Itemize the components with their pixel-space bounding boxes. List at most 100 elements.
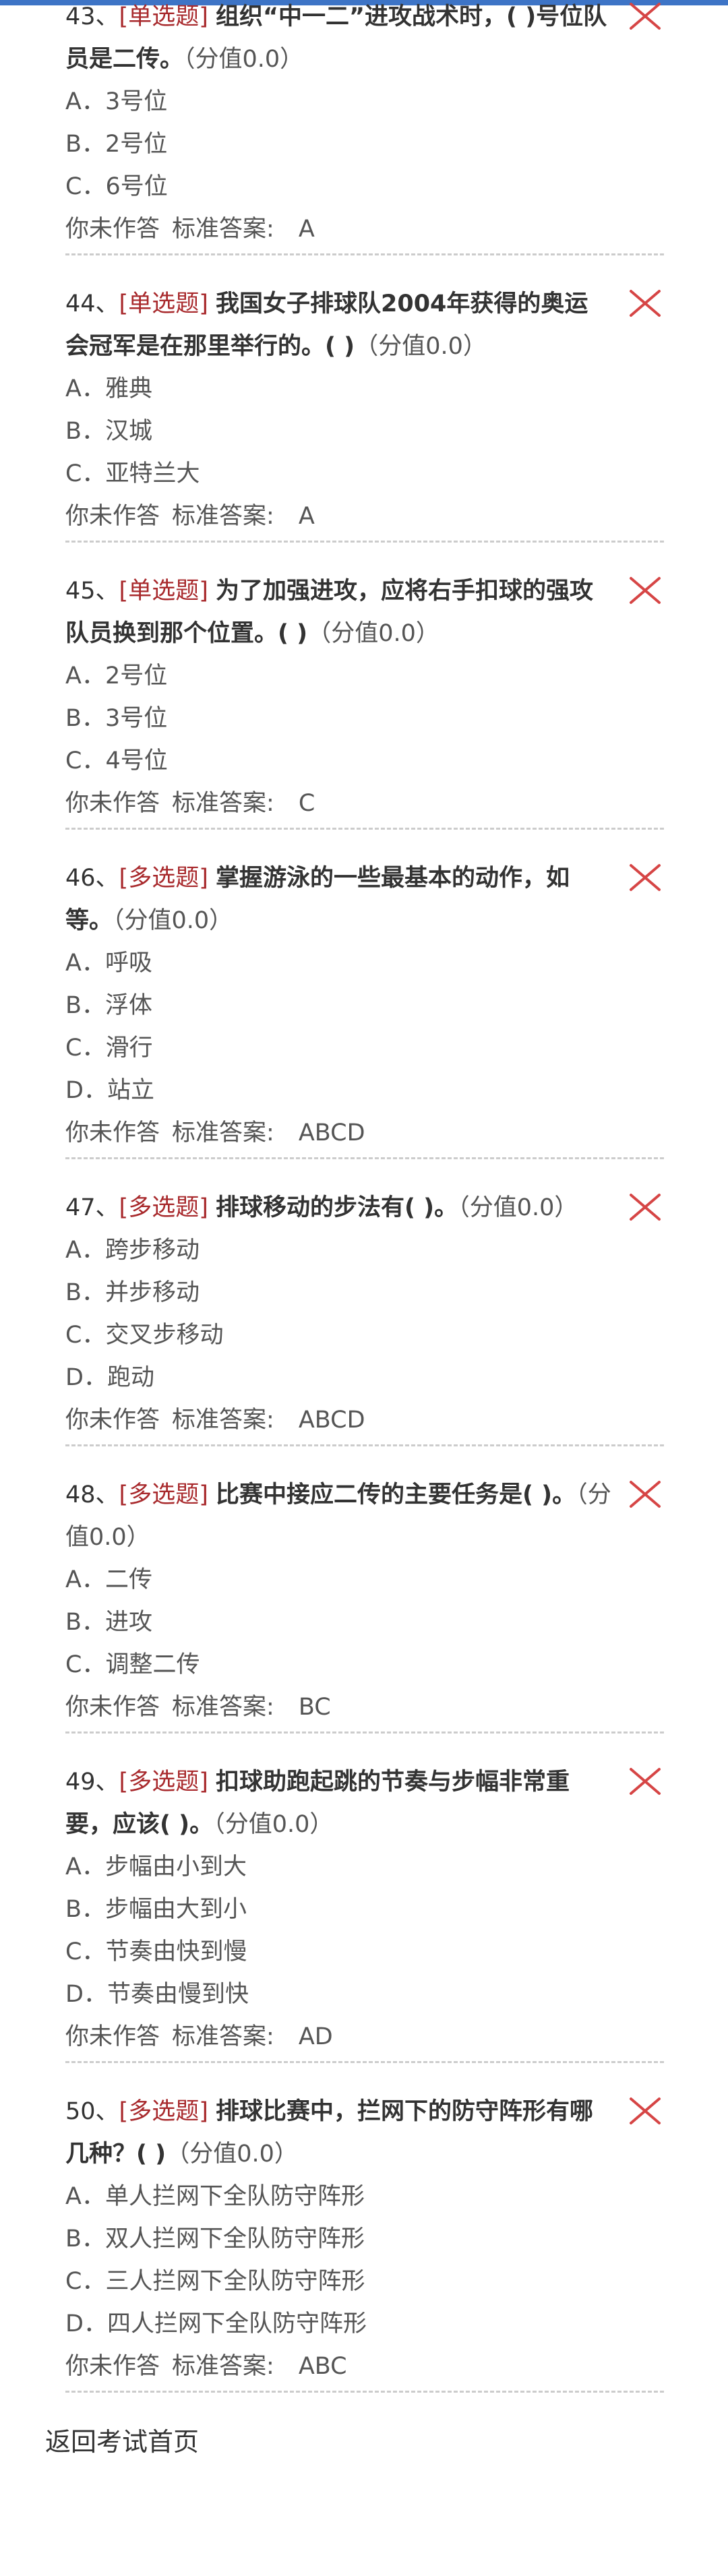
question-divider <box>65 1444 664 1446</box>
answer-label: 标准答案: <box>172 790 274 817</box>
answer-label: 标准答案: <box>172 216 274 243</box>
option-item: B．2号位 <box>65 131 168 158</box>
option-item: B．双人拦网下全队防守阵形 <box>65 2226 365 2252</box>
question-type: [多选题] <box>119 1481 208 1508</box>
question-divider <box>65 1157 664 1159</box>
answer-status: 你未作答 <box>65 790 160 817</box>
wrong-mark-icon <box>630 290 661 317</box>
answer-line: 你未作答 标准答案: ABCD <box>65 1399 365 1442</box>
back-to-exam-home-link[interactable]: 返回考试首页 <box>45 2418 199 2465</box>
question-text: 50、[多选题] 排球比赛中，拦网下的防守阵形有哪几种？( )（分值0.0） <box>65 2091 611 2176</box>
question-text: 45、[单选题] 为了加强进攻，应将右手扣球的强攻队员换到那个位置。( )（分值… <box>65 570 611 655</box>
standard-answer: ABCD <box>298 1120 365 1146</box>
answer-line: 你未作答 标准答案: ABCD <box>65 1112 365 1155</box>
question-number: 46、 <box>65 865 119 892</box>
option-item: B．汉城 <box>65 418 153 445</box>
option-item: D．站立 <box>65 1077 154 1104</box>
option-item: B．进攻 <box>65 1609 153 1636</box>
option-item: D．节奏由慢到快 <box>65 1981 249 2008</box>
standard-answer: ABC <box>298 2353 347 2380</box>
answer-line: 你未作答 标准答案: A <box>65 495 315 538</box>
standard-answer: C <box>298 790 315 817</box>
wrong-mark-icon <box>630 1768 661 1795</box>
option-item: A．呼吸 <box>65 950 152 977</box>
standard-answer: ABCD <box>298 1407 365 1434</box>
answer-line: 你未作答 标准答案: ABC <box>65 2345 347 2388</box>
answer-status: 你未作答 <box>65 1694 160 1721</box>
wrong-mark-icon <box>630 3 661 30</box>
question-text: 48、[多选题] 比赛中接应二传的主要任务是( )。（分值0.0） <box>65 1474 611 1559</box>
question-number: 45、 <box>65 578 119 605</box>
answer-label: 标准答案: <box>172 1120 274 1146</box>
option-item: C．节奏由快到慢 <box>65 1938 247 1965</box>
answer-line: 你未作答 标准答案: BC <box>65 1686 331 1729</box>
option-item: C．6号位 <box>65 173 168 200</box>
wrong-mark-icon <box>630 864 661 891</box>
option-item: A．单人拦网下全队防守阵形 <box>65 2183 365 2210</box>
question-number: 48、 <box>65 1481 119 1508</box>
question-type: [多选题] <box>119 865 208 892</box>
answer-status: 你未作答 <box>65 2353 160 2380</box>
option-item: C．交叉步移动 <box>65 1322 224 1349</box>
wrong-mark-icon <box>630 1481 661 1508</box>
wrong-mark-icon <box>630 1194 661 1221</box>
answer-status: 你未作答 <box>65 1407 160 1434</box>
question-type: [多选题] <box>119 1769 208 1796</box>
option-item: A．3号位 <box>65 88 168 115</box>
question-text: 44、[单选题] 我国女子排球队2004年获得的奥运会冠军是在那里举行的。( )… <box>65 283 611 368</box>
question-divider <box>65 2061 664 2063</box>
question-score: （分值0.0） <box>458 1194 578 1221</box>
question-text: 43、[单选题] 组织“中一二”进攻战术时，( )号位队员是二传。（分值0.0） <box>65 0 611 81</box>
standard-answer: A <box>298 503 315 530</box>
question-text: 46、[多选题] 掌握游泳的一些最基本的动作，如 等。（分值0.0） <box>65 857 640 942</box>
question-divider <box>65 1731 664 1734</box>
question-score: （分值0.0） <box>166 2141 298 2168</box>
question-number: 49、 <box>65 1769 119 1796</box>
option-item: A．跨步移动 <box>65 1237 200 1264</box>
option-item: B．并步移动 <box>65 1279 200 1306</box>
question-type: [单选题] <box>119 3 208 30</box>
option-item: C．滑行 <box>65 1035 153 1062</box>
question-type: [单选题] <box>119 290 208 317</box>
option-item: B．步幅由大到小 <box>65 1896 247 1923</box>
answer-status: 你未作答 <box>65 2023 160 2050</box>
question-divider <box>65 541 664 543</box>
question-text: 49、[多选题] 扣球助跑起跳的节奏与步幅非常重要，应该( )。（分值0.0） <box>65 1761 611 1846</box>
option-item: A．二传 <box>65 1566 152 1593</box>
answer-label: 标准答案: <box>172 2023 274 2050</box>
option-item: B．3号位 <box>65 705 168 732</box>
answer-line: 你未作答 标准答案: C <box>65 783 315 825</box>
option-item: C．调整二传 <box>65 1651 200 1678</box>
question-stem: 比赛中接应二传的主要任务是( )。 <box>216 1481 576 1508</box>
answer-status: 你未作答 <box>65 1120 160 1146</box>
option-item: A．2号位 <box>65 663 168 689</box>
option-item: D．跑动 <box>65 1364 154 1391</box>
standard-answer: BC <box>298 1694 331 1721</box>
answer-line: 你未作答 标准答案: A <box>65 208 315 251</box>
answer-label: 标准答案: <box>172 2353 274 2380</box>
option-item: A．步幅由小到大 <box>65 1853 247 1880</box>
answer-label: 标准答案: <box>172 1407 274 1434</box>
question-stem: 排球移动的步法有( )。 <box>216 1194 458 1221</box>
question-type: [单选题] <box>119 578 208 605</box>
answer-status: 你未作答 <box>65 216 160 243</box>
wrong-mark-icon <box>630 577 661 604</box>
answer-status: 你未作答 <box>65 503 160 530</box>
answer-label: 标准答案: <box>172 503 274 530</box>
option-item: C．亚特兰大 <box>65 460 200 487</box>
option-item: D．四人拦网下全队防守阵形 <box>65 2310 367 2337</box>
answer-line: 你未作答 标准答案: AD <box>65 2016 333 2058</box>
question-score: （分值0.0） <box>113 907 233 934</box>
question-score: （分值0.0） <box>307 620 439 647</box>
question-divider <box>65 253 664 255</box>
question-divider <box>65 2391 664 2393</box>
option-item: C．三人拦网下全队防守阵形 <box>65 2268 365 2295</box>
question-number: 43、 <box>65 3 119 30</box>
standard-answer: A <box>298 216 315 243</box>
option-item: B．浮体 <box>65 992 153 1019</box>
wrong-mark-icon <box>630 2097 661 2124</box>
question-type: [多选题] <box>119 1194 208 1221</box>
question-type: [多选题] <box>119 2098 208 2125</box>
question-score: （分值0.0） <box>213 1811 334 1838</box>
option-item: C．4号位 <box>65 747 168 774</box>
